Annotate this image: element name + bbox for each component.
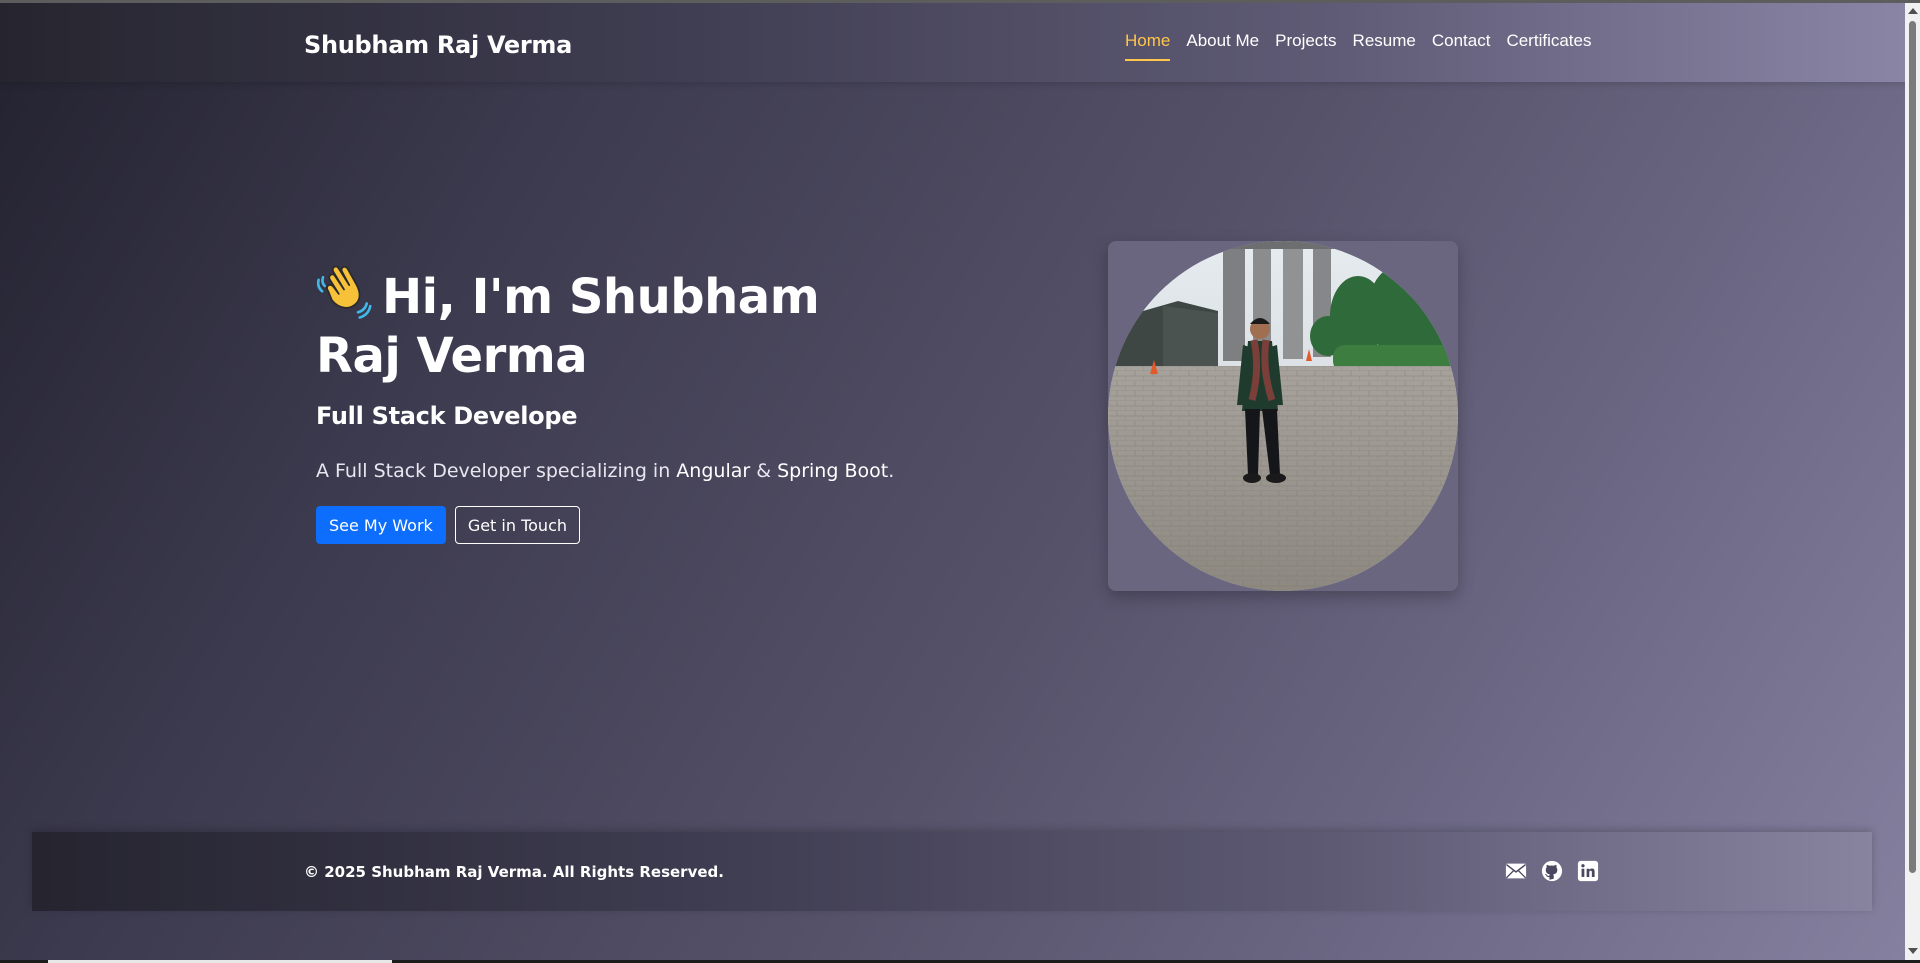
brand-logo[interactable]: Shubham Raj Verma xyxy=(304,31,572,59)
nav-item-certificates[interactable]: Certificates xyxy=(1506,31,1591,61)
linkedin-icon[interactable] xyxy=(1577,860,1599,882)
nav-item-about-me[interactable]: About Me xyxy=(1186,31,1259,61)
social-links xyxy=(1505,860,1599,882)
hero-title-text: Hi, I'm Shubham Raj Verma xyxy=(316,269,820,384)
hero-section: Hi, I'm Shubham Raj Verma Full Stack Dev… xyxy=(316,265,916,544)
hero-buttons: See My Work Get in Touch xyxy=(316,506,916,544)
page: Shubham Raj Verma Home About Me Projects… xyxy=(0,3,1905,960)
waving-hand-icon xyxy=(316,265,372,319)
hero-title: Hi, I'm Shubham Raj Verma xyxy=(316,265,916,386)
description-joiner: & xyxy=(750,460,778,482)
tech-angular: Angular xyxy=(676,460,751,482)
email-icon[interactable] xyxy=(1505,860,1527,882)
description-suffix: . xyxy=(888,460,895,482)
see-my-work-button[interactable]: See My Work xyxy=(316,506,446,544)
scroll-up-arrow-icon[interactable] xyxy=(1908,8,1918,14)
get-in-touch-button[interactable]: Get in Touch xyxy=(454,506,581,544)
nav-menu: Home About Me Projects Resume Contact Ce… xyxy=(1125,31,1591,61)
scroll-down-arrow-icon[interactable] xyxy=(1908,948,1918,954)
nav-item-projects[interactable]: Projects xyxy=(1275,31,1336,61)
copyright-text: © 2025 Shubham Raj Verma. All Rights Res… xyxy=(304,863,724,881)
profile-photo xyxy=(1108,241,1458,591)
hero-description: A Full Stack Developer specializing in A… xyxy=(316,460,916,482)
scrollbar-thumb[interactable] xyxy=(1909,21,1916,873)
nav-item-contact[interactable]: Contact xyxy=(1432,31,1491,61)
hero-subtitle: Full Stack Develope xyxy=(316,402,578,430)
profile-photo-card xyxy=(1108,241,1458,591)
tech-spring-boot: Spring Boot xyxy=(777,460,889,482)
github-icon[interactable] xyxy=(1541,860,1563,882)
navbar: Shubham Raj Verma Home About Me Projects… xyxy=(0,3,1905,82)
nav-item-resume[interactable]: Resume xyxy=(1353,31,1416,61)
footer: © 2025 Shubham Raj Verma. All Rights Res… xyxy=(32,832,1872,911)
description-prefix: A Full Stack Developer specializing in xyxy=(316,460,677,482)
nav-item-home[interactable]: Home xyxy=(1125,31,1171,61)
